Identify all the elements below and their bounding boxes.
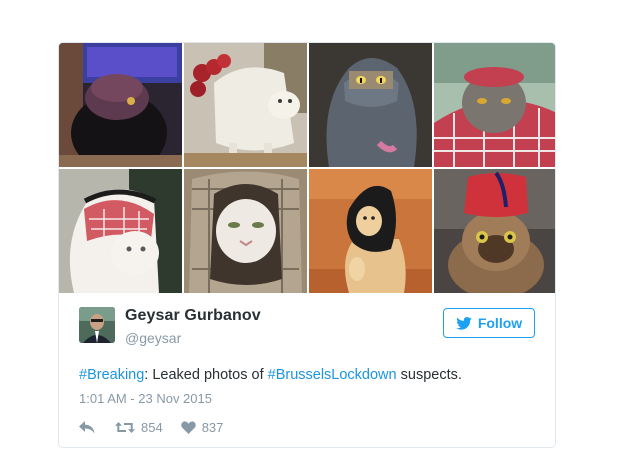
tweet-text-middle: : Leaked photos of	[144, 367, 268, 383]
tweet-timestamp[interactable]: 1:01 AM - 23 Nov 2015	[79, 390, 212, 408]
tweet-actions: 854 837	[79, 417, 223, 437]
cat-photo-purple-turban[interactable]	[59, 43, 182, 167]
cat-photo-grey-niqab[interactable]	[309, 43, 432, 167]
retweet-count: 854	[141, 419, 163, 435]
photo-grid	[59, 43, 555, 293]
avatar[interactable]	[79, 307, 115, 343]
cat-photo-white-cloth[interactable]	[184, 43, 307, 167]
follow-label: Follow	[477, 315, 523, 331]
follow-button[interactable]: Follow	[443, 308, 535, 338]
tweet-card: Geysar Gurbanov @geysar Follow #Breaking…	[58, 42, 556, 448]
hashtag-breaking[interactable]: #Breaking	[79, 367, 144, 383]
tweet-text: #Breaking: Leaked photos of #BrusselsLoc…	[79, 365, 462, 385]
cat-photo-red-keffiyeh[interactable]	[434, 43, 555, 167]
like-button[interactable]: 837	[180, 419, 224, 435]
cat-photo-red-fez[interactable]	[434, 169, 555, 293]
cat-photo-black-headscarf[interactable]	[309, 169, 432, 293]
cat-photo-white-red-scarf[interactable]	[59, 169, 182, 293]
author-names: Geysar Gurbanov @geysar	[125, 306, 261, 348]
retweet-button[interactable]: 854	[115, 420, 163, 435]
tweet-text-end: suspects.	[396, 367, 462, 383]
reply-button[interactable]	[79, 420, 95, 434]
author-handle[interactable]: @geysar	[125, 328, 261, 348]
author-display-name[interactable]: Geysar Gurbanov	[125, 306, 261, 326]
heart-icon	[180, 420, 196, 434]
twitter-bird-icon	[456, 316, 472, 330]
cat-photo-plaid-hood[interactable]	[184, 169, 307, 293]
reply-arrow-icon	[79, 420, 95, 433]
author-row: Geysar Gurbanov @geysar Follow	[79, 305, 535, 349]
hashtag-brussels-lockdown[interactable]: #BrusselsLockdown	[268, 367, 397, 383]
retweet-icon	[115, 421, 135, 433]
like-count: 837	[201, 419, 224, 435]
